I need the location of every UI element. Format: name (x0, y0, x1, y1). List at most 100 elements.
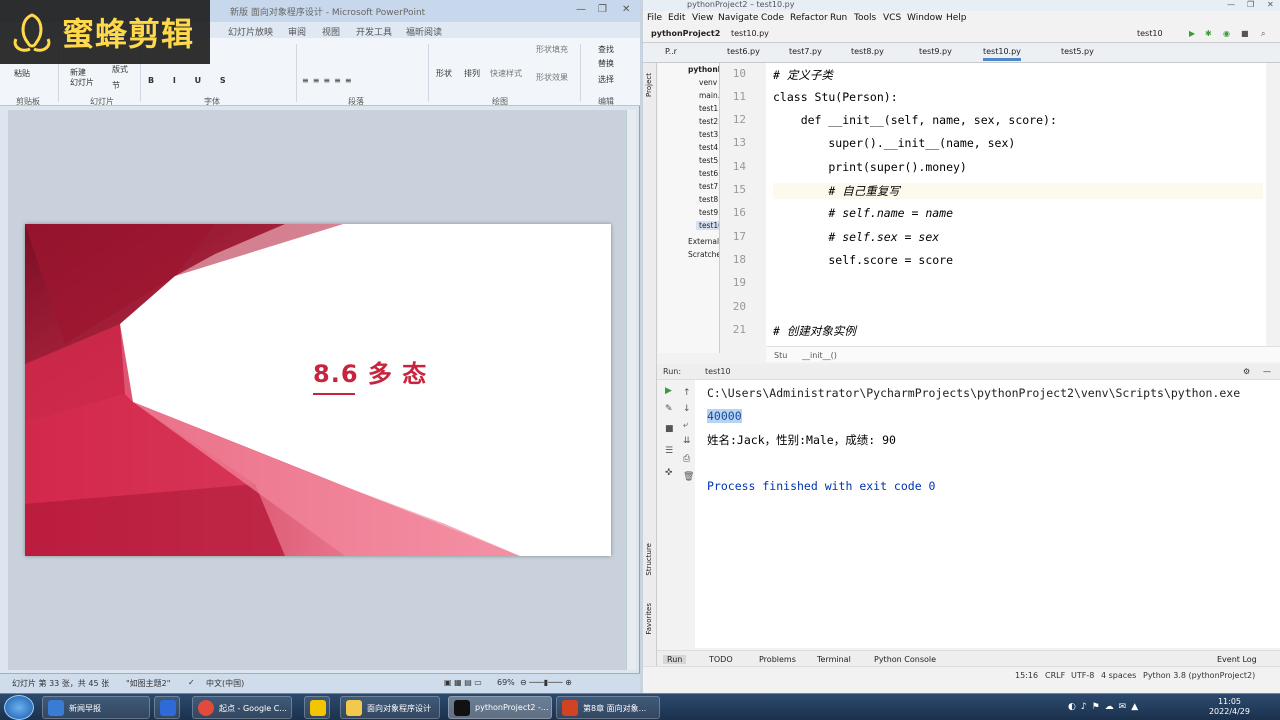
pin-icon[interactable]: ✜ (665, 468, 673, 478)
tab-slideshow[interactable]: 幻灯片放映 (228, 25, 273, 38)
tab-project[interactable]: P..r (665, 47, 677, 56)
code-line[interactable]: class Stu(Person): (773, 90, 898, 104)
py-maximize-icon[interactable]: ❐ (1247, 0, 1254, 9)
taskbar-bee-icon[interactable] (304, 696, 330, 719)
layout-icon[interactable]: ☰ (665, 446, 673, 456)
py-minimize-icon[interactable]: — (1227, 0, 1235, 9)
tab-test6[interactable]: test6.py (727, 47, 760, 56)
taskbar-pycharm[interactable]: pythonProject2 -... (448, 696, 552, 719)
new-slide-button[interactable]: 新建 幻灯片 (70, 68, 94, 88)
font-format-buttons[interactable]: B I U S (148, 76, 234, 85)
taskbar-news[interactable]: 新闻早报 (42, 696, 150, 719)
nav-file[interactable]: test10.py (731, 29, 769, 38)
system-tray-icons[interactable]: ◐♪⚑☁✉▲ (1068, 702, 1143, 712)
run-icon[interactable]: ▶ (1189, 29, 1195, 38)
tab-developer[interactable]: 开发工具 (356, 25, 392, 38)
tab-test5[interactable]: test5.py (1061, 47, 1094, 56)
wrench-icon[interactable]: ✎ (665, 404, 673, 414)
run-console-output[interactable]: C:\Users\Administrator\PycharmProjects\p… (695, 380, 1280, 648)
breadcrumb-class[interactable]: Stu (774, 351, 787, 360)
shape-fill-button[interactable]: 形状填充 (536, 44, 568, 55)
tab-test10[interactable]: test10.py (983, 47, 1021, 61)
code-line[interactable]: # self.name = name (773, 206, 953, 220)
menu-code[interactable]: Code (761, 13, 784, 23)
layout-button[interactable]: 版式 (112, 64, 128, 75)
bottom-tab-python-console[interactable]: Python Console (874, 655, 936, 664)
arrange-button[interactable]: 排列 (464, 68, 480, 79)
hide-panel-icon[interactable]: — (1263, 367, 1271, 376)
line-ending[interactable]: CRLF (1045, 671, 1065, 680)
rerun-icon[interactable]: ▶ (665, 386, 672, 396)
tab-test8[interactable]: test8.py (851, 47, 884, 56)
menu-window[interactable]: Window (907, 13, 943, 23)
python-interpreter[interactable]: Python 3.8 (pythonProject2) (1143, 671, 1255, 680)
soft-wrap-icon[interactable]: ⤶ (683, 420, 688, 430)
trash-icon[interactable]: 🗑 (683, 472, 694, 482)
bottom-tab-run[interactable]: Run (663, 655, 687, 664)
search-icon[interactable]: ⌕ (1261, 29, 1265, 39)
tree-item[interactable]: main. (699, 91, 719, 100)
menu-help[interactable]: Help (946, 13, 967, 23)
code-line[interactable]: print(super().money) (773, 160, 967, 174)
taskbar-clock[interactable]: 11:05 2022/4/29 (1209, 697, 1250, 717)
find-button[interactable]: 查找 (598, 44, 614, 55)
close-icon[interactable]: ✕ (622, 4, 630, 15)
zoom-slider[interactable]: ⊖ ───▮─── ⊕ (520, 678, 572, 687)
tree-item[interactable]: Scratche (688, 250, 719, 259)
tab-review[interactable]: 审阅 (288, 25, 306, 38)
tree-item[interactable]: test4. (699, 143, 719, 152)
code-line[interactable]: super().__init__(name, sex) (773, 136, 1015, 150)
menu-edit[interactable]: Edit (668, 13, 685, 23)
tab-test9[interactable]: test9.py (919, 47, 952, 56)
scroll-down-icon[interactable]: ↓ (683, 404, 691, 414)
debug-icon[interactable]: ✱ (1205, 29, 1212, 38)
file-encoding[interactable]: UTF-8 (1071, 671, 1094, 680)
tree-item[interactable]: test9. (699, 208, 719, 217)
select-button[interactable]: 选择 (598, 74, 614, 85)
indent-setting[interactable]: 4 spaces (1101, 671, 1136, 680)
menu-run[interactable]: Run (830, 13, 847, 23)
tree-item[interactable]: test2. (699, 117, 719, 126)
event-log-button[interactable]: Event Log (1217, 655, 1257, 664)
py-close-icon[interactable]: ✕ (1267, 0, 1274, 9)
tree-item[interactable]: venv (699, 78, 717, 87)
tree-item[interactable]: test3. (699, 130, 719, 139)
zoom-level[interactable]: 69% (497, 678, 515, 687)
console-line-selected[interactable]: 40000 (707, 409, 742, 423)
tree-item[interactable]: External (688, 237, 719, 246)
tab-test7[interactable]: test7.py (789, 47, 822, 56)
run-config-selector[interactable]: test10 (1137, 29, 1163, 38)
code-line[interactable]: # self.sex = sex (773, 230, 939, 244)
tree-item[interactable]: test8. (699, 195, 719, 204)
project-tool-button[interactable]: Project (645, 73, 653, 97)
section-button[interactable]: 节 (112, 80, 120, 91)
code-line-current[interactable]: # 自己重复写 (773, 183, 1263, 199)
bottom-tab-terminal[interactable]: Terminal (817, 655, 851, 664)
tree-item[interactable]: test6. (699, 169, 719, 178)
ppt-vertical-scrollbar[interactable] (626, 110, 636, 670)
print-icon[interactable]: ⎙ (683, 454, 690, 464)
menu-refactor[interactable]: Refactor (790, 13, 828, 23)
menu-file[interactable]: File (647, 13, 662, 23)
caret-position[interactable]: 15:16 (1015, 671, 1038, 680)
taskbar-powerpoint[interactable]: 第8章 面向对象... (556, 696, 660, 719)
replace-button[interactable]: 替换 (598, 58, 614, 69)
code-editor[interactable]: # 定义子类 class Stu(Person): def __init__(s… (766, 63, 1266, 346)
tree-item[interactable]: test5. (699, 156, 719, 165)
tab-foxit[interactable]: 福昕阅读 (406, 25, 442, 38)
tab-view[interactable]: 视图 (322, 25, 340, 38)
maximize-icon[interactable]: ❐ (598, 4, 607, 15)
code-line[interactable]: # 创建对象实例 (773, 323, 856, 339)
settings-gear-icon[interactable]: ⚙ (1243, 367, 1250, 376)
slide-canvas[interactable]: 8.6 多 态 (25, 224, 611, 556)
shape-effect-button[interactable]: 形状效果 (536, 72, 568, 83)
scroll-end-icon[interactable]: ⇊ (683, 436, 691, 446)
taskbar-folder[interactable]: 面向对象程序设计 (340, 696, 440, 719)
code-line[interactable]: def __init__(self, name, sex, score): (773, 113, 1057, 127)
bottom-tab-problems[interactable]: Problems (759, 655, 796, 664)
view-buttons[interactable]: ▣ ▦ ▤ ▭ (444, 678, 482, 687)
nav-project[interactable]: pythonProject2 (651, 29, 720, 38)
stop-run-icon[interactable]: ■ (665, 424, 674, 434)
breadcrumb-method[interactable]: __init__() (802, 351, 837, 360)
coverage-icon[interactable]: ◉ (1223, 29, 1230, 38)
